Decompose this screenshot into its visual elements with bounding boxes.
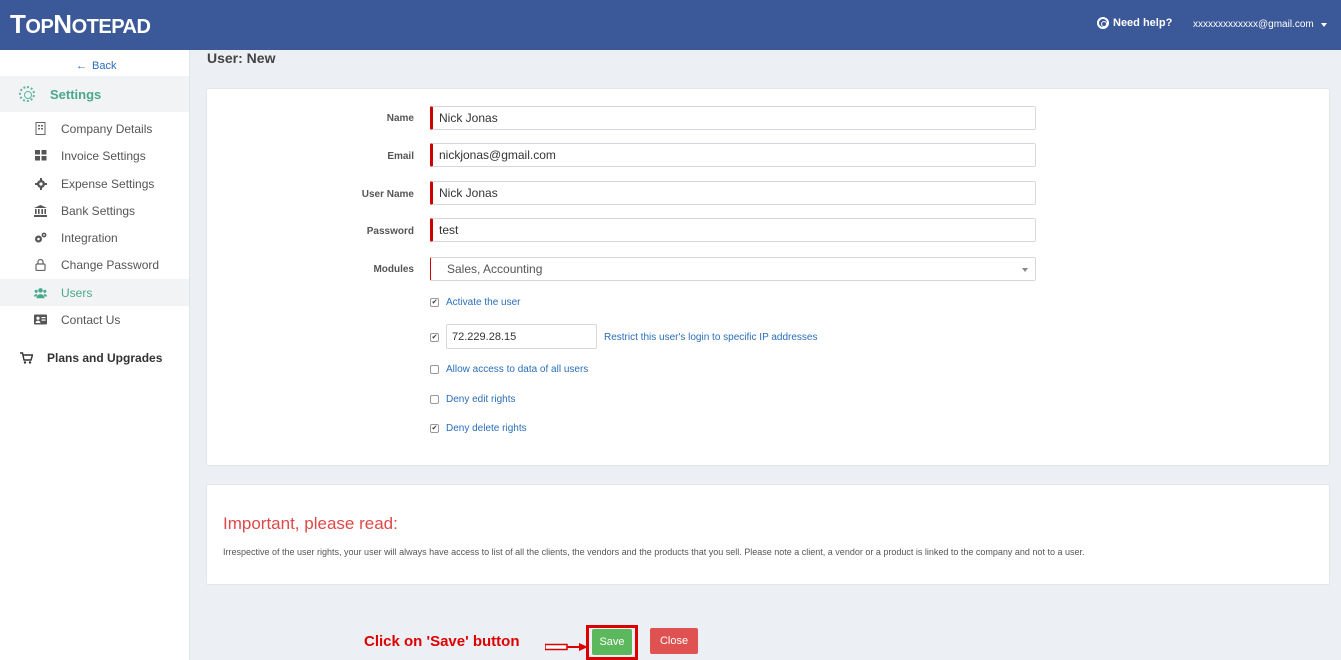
username-input[interactable] (430, 181, 1036, 205)
email-input[interactable] (430, 143, 1036, 167)
deny-delete-checkbox[interactable]: ✔ (430, 424, 439, 433)
grid-icon (34, 149, 47, 162)
modules-value: Sales, Accounting (447, 262, 543, 276)
name-label: Name (386, 113, 414, 124)
deny-edit-checkbox[interactable] (430, 395, 439, 404)
sidebar-item-label: Bank Settings (61, 203, 136, 218)
activate-user-label: Activate the user (446, 297, 521, 308)
logo-letter: T (10, 9, 26, 39)
account-menu[interactable]: xxxxxxxxxxxxx@gmail.com (1193, 19, 1327, 30)
sidebar-item-label: Expense Settings (61, 176, 155, 191)
page-title: User: New (207, 50, 276, 66)
modules-select[interactable]: Sales, Accounting (430, 257, 1036, 281)
top-bar: TOPNOTEPAD Need help? xxxxxxxxxxxxx@gmai… (0, 0, 1341, 50)
email-label: Email (387, 151, 414, 162)
building-icon (34, 122, 47, 135)
deny-edit-checkbox-row[interactable]: Deny edit rights (430, 394, 515, 405)
logo-part: OP (25, 16, 54, 38)
cogs-icon (34, 231, 47, 244)
bank-icon (34, 204, 47, 217)
activate-user-checkbox-row[interactable]: ✔ Activate the user (430, 297, 520, 308)
arrow-right-icon (545, 643, 588, 651)
ip-restrict-checkbox[interactable]: ✔ (430, 333, 439, 342)
logo-letter: N (53, 9, 72, 39)
ip-restrict-label: Restrict this user's login to specific I… (604, 332, 818, 343)
password-input[interactable] (430, 218, 1036, 242)
back-label: Back (92, 60, 117, 72)
sidebar-item-invoice-settings[interactable]: Invoice Settings (0, 142, 189, 169)
gear-icon (34, 177, 47, 190)
username-label: User Name (361, 189, 414, 200)
sidebar-item-users[interactable]: Users (0, 279, 189, 306)
important-info-card (206, 484, 1330, 585)
sidebar-item-expense-settings[interactable]: Expense Settings (0, 170, 189, 197)
instruction-annotation: Click on 'Save' button (364, 633, 520, 650)
password-label: Password (366, 226, 414, 237)
close-button[interactable]: Close (650, 628, 698, 654)
help-label: Need help? (1113, 17, 1173, 29)
sidebar-item-label: Invoice Settings (61, 148, 146, 163)
app-logo[interactable]: TOPNOTEPAD (10, 9, 151, 40)
plans-label: Plans and Upgrades (47, 351, 163, 365)
account-email: xxxxxxxxxxxxx@gmail.com (1193, 19, 1314, 30)
sidebar: ← Back Settings Company Details Invoice … (0, 50, 190, 660)
allow-access-checkbox[interactable] (430, 365, 439, 374)
name-input[interactable] (430, 106, 1036, 130)
arrow-left-icon: ← (76, 60, 87, 72)
ip-address-input[interactable] (446, 324, 597, 349)
lifebuoy-icon (1097, 17, 1109, 29)
modules-label: Modules (373, 264, 414, 275)
sidebar-item-label: Contact Us (61, 312, 121, 327)
users-icon (34, 286, 47, 299)
save-button[interactable]: Save (592, 629, 632, 655)
contact-card-icon (34, 313, 47, 326)
sidebar-item-plans-upgrades[interactable]: Plans and Upgrades (0, 348, 189, 368)
settings-label: Settings (50, 86, 102, 102)
deny-edit-label: Deny edit rights (446, 394, 516, 405)
sidebar-item-label: Users (61, 285, 93, 300)
lock-icon (34, 258, 47, 271)
sidebar-settings-header[interactable]: Settings (0, 76, 189, 112)
sidebar-item-label: Company Details (61, 121, 153, 136)
chevron-down-icon (1320, 22, 1327, 27)
allow-access-label: Allow access to data of all users (446, 364, 589, 375)
sidebar-item-company-details[interactable]: Company Details (0, 115, 189, 142)
important-title: Important, please read: (223, 514, 398, 533)
sidebar-item-label: Change Password (61, 257, 160, 272)
ip-restrict-checkbox-row[interactable]: ✔ (430, 333, 446, 342)
sidebar-item-change-password[interactable]: Change Password (0, 251, 189, 278)
logo-part: OTEPAD (71, 16, 151, 38)
sidebar-item-bank-settings[interactable]: Bank Settings (0, 197, 189, 224)
back-link[interactable]: ← Back (76, 60, 116, 72)
allow-access-checkbox-row[interactable]: Allow access to data of all users (430, 364, 588, 375)
chevron-down-icon (1022, 268, 1028, 272)
important-text: Irrespective of the user rights, your us… (223, 547, 1085, 557)
gear-icon (19, 86, 35, 102)
sidebar-item-label: Integration (61, 230, 118, 245)
cart-icon (20, 352, 33, 365)
activate-user-checkbox[interactable]: ✔ (430, 298, 439, 307)
sidebar-item-integration[interactable]: Integration (0, 224, 189, 251)
deny-delete-label: Deny delete rights (446, 423, 527, 434)
sidebar-item-contact-us[interactable]: Contact Us (0, 306, 189, 333)
deny-delete-checkbox-row[interactable]: ✔ Deny delete rights (430, 423, 527, 434)
help-link[interactable]: Need help? (1097, 17, 1172, 29)
